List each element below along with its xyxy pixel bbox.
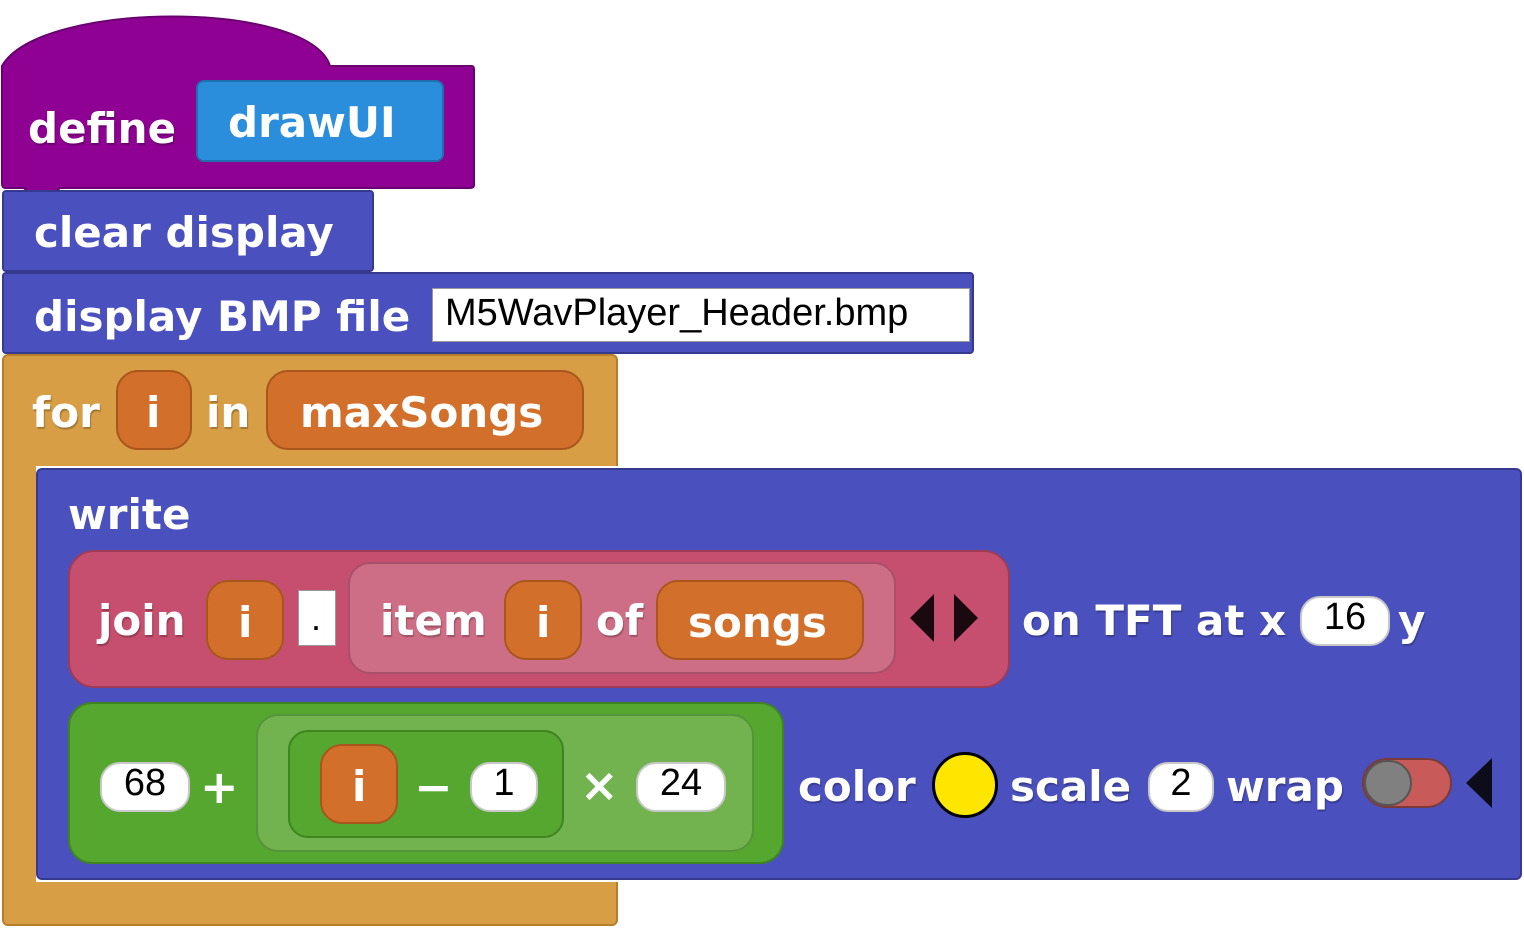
for-keyword: for [32,388,100,437]
scale-label: scale [1010,762,1132,811]
join-label: join [98,596,186,645]
display-bmp-block[interactable]: display BMP file M5WavPlayer_Header.bmp [2,272,974,354]
in-keyword: in [206,388,251,437]
songs-label: songs [688,598,827,647]
custom-block-name-label: drawUI [228,98,396,147]
color-label: color [798,762,916,811]
step-input[interactable]: 24 [636,762,726,812]
item-index-label: i [536,598,551,647]
maxsongs-var[interactable]: maxSongs [266,370,584,450]
clear-display-label: clear display [34,208,334,257]
arrows-left-right-icon[interactable] [906,592,982,644]
for-var-i[interactable]: i [116,370,192,450]
minus-var-i[interactable]: i [320,744,398,824]
custom-block-name[interactable]: drawUI [196,80,444,162]
minus-operator: − [414,760,453,814]
plus-operator: + [200,760,239,814]
of-label: of [596,596,644,645]
bmp-filename-input[interactable]: M5WavPlayer_Header.bmp [432,288,970,342]
minus-one-input[interactable]: 1 [470,762,538,812]
x-input[interactable]: 16 [1300,596,1390,646]
times-operator: × [580,758,619,812]
wrap-label: wrap [1226,762,1344,811]
separator-input[interactable]: . [298,590,336,646]
minus-var-i-label: i [352,762,367,811]
for-var-i-label: i [146,388,161,437]
base-y-input[interactable]: 68 [100,762,190,812]
item-index-var[interactable]: i [504,580,582,660]
join-var-i[interactable]: i [206,580,284,660]
join-var-i-label: i [238,598,253,647]
write-label: write [68,490,191,539]
color-swatch[interactable] [932,752,998,818]
define-keyword: define [28,104,177,153]
scale-input[interactable]: 2 [1148,762,1214,812]
y-label: y [1398,596,1426,645]
display-bmp-label: display BMP file [34,292,411,341]
collapse-left-icon[interactable] [1464,756,1494,810]
on-tft-label: on TFT at x [1022,596,1287,645]
separator-text: . [311,597,322,638]
toggle-knob [1364,760,1412,806]
toggle-switch-icon[interactable] [1362,758,1452,808]
item-label: item [380,596,487,645]
maxsongs-label: maxSongs [300,388,544,437]
clear-display-block[interactable]: clear display [2,190,374,272]
songs-var[interactable]: songs [656,580,864,660]
